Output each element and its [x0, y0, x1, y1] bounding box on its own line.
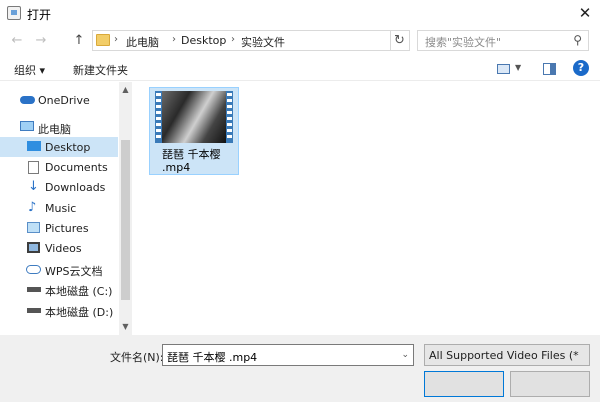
sidebar-item-label: Desktop [45, 141, 91, 154]
filename-field[interactable]: 琵琶 千本樱 .mp4 ⌄ [162, 344, 414, 366]
sidebar-item-label: Downloads [45, 181, 106, 194]
sidebar-item-desktop[interactable]: Desktop [0, 137, 118, 157]
video-file-icon [155, 91, 233, 143]
sidebar-item-downloads[interactable]: ↓ Downloads [0, 177, 118, 197]
cloud-icon [26, 265, 41, 274]
sidebar-item-drive-c[interactable]: 本地磁盘 (C:) [0, 279, 118, 299]
scrollbar-thumb[interactable] [121, 140, 130, 300]
filename-dropdown-icon[interactable]: ⌄ [401, 350, 409, 360]
filetype-value: All Supported Video Files (* [429, 349, 579, 362]
new-folder-button[interactable]: 新建文件夹 [73, 62, 128, 78]
scroll-up-button[interactable]: ▲ [119, 83, 132, 96]
file-item[interactable]: 琵琶 千本樱 .mp4 [149, 87, 239, 175]
file-name-extension: .mp4 [162, 161, 191, 174]
navigation-scrollbar[interactable]: ▲ ▼ [119, 82, 132, 335]
organize-button[interactable]: 组织 ▾ [14, 62, 45, 78]
sidebar-item-label: 本地磁盘 (D:) [45, 306, 114, 319]
breadcrumb-desktop[interactable]: Desktop [181, 34, 226, 47]
title-bar: 打开 ✕ [0, 0, 600, 27]
sidebar-item-label: Documents [45, 161, 108, 174]
desktop-icon [27, 141, 41, 151]
videos-icon [27, 242, 40, 253]
close-button[interactable]: ✕ [570, 0, 600, 27]
search-icon: ⚲ [573, 33, 582, 47]
forward-button[interactable]: → [32, 32, 50, 50]
search-input[interactable]: 搜索"实验文件" ⚲ [417, 30, 589, 51]
file-list: 琵琶 千本樱 .mp4 [134, 82, 600, 334]
app-icon [7, 6, 21, 20]
breadcrumb-experiment-files[interactable]: 实验文件 [241, 34, 285, 50]
view-options-dropdown[interactable]: ▼ [515, 63, 521, 72]
film-strip [155, 91, 162, 143]
help-icon[interactable]: ? [573, 60, 589, 76]
breadcrumb-separator: › [114, 34, 118, 45]
pictures-icon [27, 222, 40, 233]
up-button[interactable]: ↑ [70, 32, 88, 50]
navigation-pane: OneDrive 此电脑 Desktop Documents ↓ Downloa… [0, 82, 118, 332]
sidebar-item-label: OneDrive [38, 94, 90, 107]
breadcrumb-this-pc[interactable]: 此电脑 [126, 34, 159, 50]
footer: 文件名(N): 琵琶 千本樱 .mp4 ⌄ All Supported Vide… [0, 335, 600, 402]
documents-icon [28, 161, 39, 174]
breadcrumb-separator: › [231, 34, 235, 45]
filename-value[interactable]: 琵琶 千本樱 .mp4 [167, 349, 257, 365]
sidebar-item-onedrive[interactable]: OneDrive [0, 90, 118, 110]
sidebar-item-label: Music [45, 202, 77, 215]
open-button[interactable] [424, 371, 504, 397]
onedrive-icon [20, 96, 35, 104]
filename-label: 文件名(N): [110, 351, 164, 364]
sidebar-item-label: Pictures [45, 222, 89, 235]
downloads-icon: ↓ [28, 179, 39, 194]
file-name-line: 琵琶 千本樱 [162, 148, 221, 161]
sidebar-item-label: 本地磁盘 (C:) [45, 285, 113, 298]
preview-pane-icon[interactable] [543, 63, 556, 75]
music-icon: ♪ [28, 200, 37, 215]
breadcrumb-separator: › [172, 34, 176, 45]
sidebar-item-videos[interactable]: Videos [0, 238, 118, 258]
sidebar-item-documents[interactable]: Documents [0, 157, 118, 177]
window-title: 打开 [27, 8, 52, 22]
toolbar: 组织 ▾ 新建文件夹 ▼ ? [0, 56, 600, 81]
sidebar-item-pictures[interactable]: Pictures [0, 218, 118, 238]
sidebar-item-label: Videos [45, 242, 82, 255]
folder-icon [96, 34, 110, 46]
sidebar-item-label: 此电脑 [38, 123, 71, 136]
cancel-button[interactable] [510, 371, 590, 397]
file-name: 琵琶 千本樱 .mp4 [152, 148, 238, 174]
computer-icon [20, 121, 34, 131]
change-view-icon[interactable] [497, 64, 510, 74]
back-button[interactable]: ← [8, 32, 26, 50]
filetype-select[interactable]: All Supported Video Files (* [424, 344, 590, 366]
refresh-button[interactable]: ↻ [390, 31, 408, 50]
address-bar[interactable]: › 此电脑 › Desktop › 实验文件 ⌄ [92, 30, 475, 51]
search-placeholder: 搜索"实验文件" [425, 36, 502, 49]
film-strip [226, 91, 233, 143]
sidebar-item-music[interactable]: ♪ Music [0, 198, 118, 218]
sidebar-item-this-pc[interactable]: 此电脑 [0, 117, 118, 137]
video-thumbnail [162, 91, 226, 143]
sidebar-item-label: WPS云文档 [45, 265, 103, 278]
drive-icon [27, 308, 41, 313]
scroll-down-button[interactable]: ▼ [119, 320, 132, 333]
sidebar-item-wps-cloud[interactable]: WPS云文档 [0, 259, 118, 279]
drive-icon [27, 287, 41, 292]
sidebar-item-drive-d[interactable]: 本地磁盘 (D:) [0, 300, 118, 320]
